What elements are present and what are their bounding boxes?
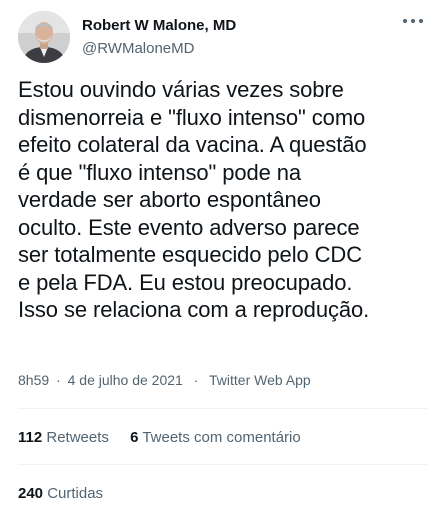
retweets-stat[interactable]: 112 Retweets [18, 429, 113, 446]
avatar[interactable] [18, 11, 70, 63]
divider [18, 464, 428, 465]
engagement-stats-row: 112 Retweets 6 Tweets com comentário [18, 429, 301, 446]
tweet-header: Robert W Malone, MD @RWMaloneMD [18, 11, 428, 66]
meta-separator: · [193, 372, 199, 388]
likes-label: Curtidas [47, 485, 104, 502]
profile-photo-icon [18, 11, 70, 63]
author-handle[interactable]: @RWMaloneMD [82, 40, 194, 57]
author-name[interactable]: Robert W Malone, MD [82, 17, 236, 34]
tweet-text: Estou ouvindo várias vezes sobre dismeno… [18, 77, 370, 322]
divider [18, 408, 428, 409]
quote-tweets-stat[interactable]: 6 Tweets com comentário [130, 429, 301, 446]
tweet-card: Robert W Malone, MD @RWMaloneMD Estou ou… [0, 0, 442, 520]
retweets-label: Retweets [46, 429, 109, 446]
more-options-button[interactable] [398, 11, 428, 31]
tweet-time[interactable]: 8h59 [18, 372, 49, 388]
likes-stats-row: 240 Curtidas [18, 485, 103, 502]
retweets-count: 112 [18, 429, 43, 446]
tweet-date-separator: · [56, 372, 61, 388]
tweet-date[interactable]: 4 de julho de 2021 [68, 372, 183, 388]
quote-tweets-label: Tweets com comentário [142, 429, 301, 446]
tweet-meta: 8h59 · 4 de julho de 2021 · Twitter Web … [18, 372, 311, 388]
more-options-icon [403, 19, 423, 23]
quote-tweets-count: 6 [130, 429, 139, 446]
tweet-source[interactable]: Twitter Web App [209, 372, 311, 388]
likes-stat[interactable]: 240 Curtidas [18, 485, 103, 502]
likes-count: 240 [18, 485, 44, 502]
